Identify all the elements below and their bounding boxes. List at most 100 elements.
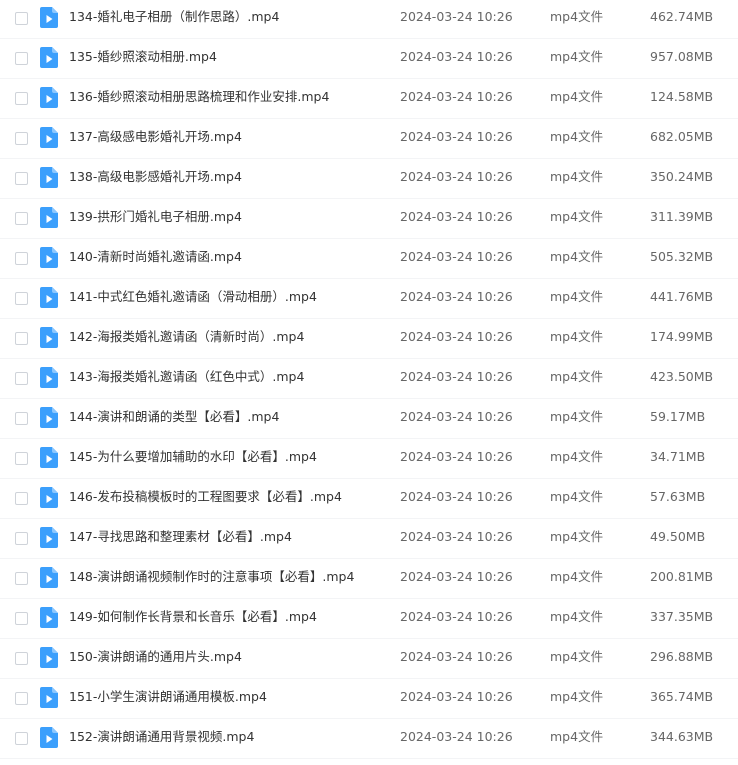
file-type: mp4文件 [550,9,604,24]
row-checkbox[interactable] [15,412,28,425]
row-checkbox[interactable] [15,652,28,665]
row-checkbox[interactable] [15,52,28,65]
file-row[interactable]: 146-发布投稿模板时的工程图要求【必看】.mp4 2024-03-24 10:… [0,479,738,519]
file-type: mp4文件 [550,529,604,544]
file-type: mp4文件 [550,129,604,144]
file-type: mp4文件 [550,209,604,224]
file-size: 200.81MB [650,569,714,584]
file-type: mp4文件 [550,329,604,344]
file-name[interactable]: 137-高级感电影婚礼开场.mp4 [69,129,242,145]
file-modified-date: 2024-03-24 10:26 [400,489,513,504]
file-row[interactable]: 140-清新时尚婚礼邀请函.mp4 2024-03-24 10:26 mp4文件… [0,239,738,279]
file-type: mp4文件 [550,289,604,304]
video-file-icon [40,47,58,68]
file-type: mp4文件 [550,249,604,264]
file-size: 462.74MB [650,9,714,24]
video-file-icon [40,567,58,588]
file-name[interactable]: 151-小学生演讲朗诵通用模板.mp4 [69,689,267,705]
video-file-icon [40,7,58,28]
file-row[interactable]: 145-为什么要增加辅助的水印【必看】.mp4 2024-03-24 10:26… [0,439,738,479]
file-modified-date: 2024-03-24 10:26 [400,169,513,184]
file-size: 124.58MB [650,89,714,104]
file-name[interactable]: 140-清新时尚婚礼邀请函.mp4 [69,249,242,265]
row-checkbox[interactable] [15,692,28,705]
file-name[interactable]: 135-婚纱照滚动相册.mp4 [69,49,217,65]
file-row[interactable]: 151-小学生演讲朗诵通用模板.mp4 2024-03-24 10:26 mp4… [0,679,738,719]
row-checkbox[interactable] [15,212,28,225]
file-modified-date: 2024-03-24 10:26 [400,209,513,224]
row-checkbox[interactable] [15,92,28,105]
file-size: 311.39MB [650,209,714,224]
row-checkbox[interactable] [15,172,28,185]
file-size: 344.63MB [650,729,714,744]
file-name[interactable]: 144-演讲和朗诵的类型【必看】.mp4 [69,409,279,425]
file-name[interactable]: 146-发布投稿模板时的工程图要求【必看】.mp4 [69,489,342,505]
file-modified-date: 2024-03-24 10:26 [400,249,513,264]
video-file-icon [40,167,58,188]
file-size: 350.24MB [650,169,714,184]
file-name[interactable]: 147-寻找思路和整理素材【必看】.mp4 [69,529,292,545]
file-modified-date: 2024-03-24 10:26 [400,569,513,584]
file-modified-date: 2024-03-24 10:26 [400,9,513,24]
file-row[interactable]: 139-拱形门婚礼电子相册.mp4 2024-03-24 10:26 mp4文件… [0,199,738,239]
file-size: 682.05MB [650,129,714,144]
file-row[interactable]: 137-高级感电影婚礼开场.mp4 2024-03-24 10:26 mp4文件… [0,119,738,159]
file-name[interactable]: 145-为什么要增加辅助的水印【必看】.mp4 [69,449,317,465]
file-type: mp4文件 [550,689,604,704]
file-size: 365.74MB [650,689,714,704]
video-file-icon [40,727,58,748]
file-type: mp4文件 [550,89,604,104]
video-file-icon [40,207,58,228]
file-row[interactable]: 149-如何制作长背景和长音乐【必看】.mp4 2024-03-24 10:26… [0,599,738,639]
file-size: 957.08MB [650,49,714,64]
file-row[interactable]: 142-海报类婚礼邀请函（清新时尚）.mp4 2024-03-24 10:26 … [0,319,738,359]
row-checkbox[interactable] [15,572,28,585]
file-size: 296.88MB [650,649,714,664]
row-checkbox[interactable] [15,372,28,385]
file-name[interactable]: 152-演讲朗诵通用背景视频.mp4 [69,729,254,745]
row-checkbox[interactable] [15,452,28,465]
row-checkbox[interactable] [15,132,28,145]
file-name[interactable]: 143-海报类婚礼邀请函（红色中式）.mp4 [69,369,304,385]
row-checkbox[interactable] [15,12,28,25]
file-name[interactable]: 139-拱形门婚礼电子相册.mp4 [69,209,242,225]
video-file-icon [40,447,58,468]
file-type: mp4文件 [550,169,604,184]
file-name[interactable]: 149-如何制作长背景和长音乐【必看】.mp4 [69,609,317,625]
row-checkbox[interactable] [15,532,28,545]
file-row[interactable]: 143-海报类婚礼邀请函（红色中式）.mp4 2024-03-24 10:26 … [0,359,738,399]
file-size: 59.17MB [650,409,706,424]
file-row[interactable]: 135-婚纱照滚动相册.mp4 2024-03-24 10:26 mp4文件 9… [0,39,738,79]
file-name[interactable]: 138-高级电影感婚礼开场.mp4 [69,169,242,185]
file-name[interactable]: 148-演讲朗诵视频制作时的注意事项【必看】.mp4 [69,569,354,585]
file-size: 34.71MB [650,449,706,464]
file-modified-date: 2024-03-24 10:26 [400,609,513,624]
video-file-icon [40,527,58,548]
row-checkbox[interactable] [15,732,28,745]
file-row[interactable]: 144-演讲和朗诵的类型【必看】.mp4 2024-03-24 10:26 mp… [0,399,738,439]
row-checkbox[interactable] [15,612,28,625]
file-name[interactable]: 141-中式红色婚礼邀请函（滑动相册）.mp4 [69,289,317,305]
file-row[interactable]: 150-演讲朗诵的通用片头.mp4 2024-03-24 10:26 mp4文件… [0,639,738,679]
file-name[interactable]: 150-演讲朗诵的通用片头.mp4 [69,649,242,665]
file-modified-date: 2024-03-24 10:26 [400,729,513,744]
file-row[interactable]: 138-高级电影感婚礼开场.mp4 2024-03-24 10:26 mp4文件… [0,159,738,199]
file-row[interactable]: 147-寻找思路和整理素材【必看】.mp4 2024-03-24 10:26 m… [0,519,738,559]
file-size: 174.99MB [650,329,714,344]
file-row[interactable]: 148-演讲朗诵视频制作时的注意事项【必看】.mp4 2024-03-24 10… [0,559,738,599]
row-checkbox[interactable] [15,292,28,305]
file-row[interactable]: 152-演讲朗诵通用背景视频.mp4 2024-03-24 10:26 mp4文… [0,719,738,759]
row-checkbox[interactable] [15,332,28,345]
file-row[interactable]: 136-婚纱照滚动相册思路梳理和作业安排.mp4 2024-03-24 10:2… [0,79,738,119]
file-type: mp4文件 [550,489,604,504]
file-row[interactable]: 141-中式红色婚礼邀请函（滑动相册）.mp4 2024-03-24 10:26… [0,279,738,319]
video-file-icon [40,687,58,708]
file-size: 441.76MB [650,289,714,304]
file-type: mp4文件 [550,409,604,424]
row-checkbox[interactable] [15,252,28,265]
file-name[interactable]: 134-婚礼电子相册（制作思路）.mp4 [69,9,279,25]
row-checkbox[interactable] [15,492,28,505]
file-row[interactable]: 134-婚礼电子相册（制作思路）.mp4 2024-03-24 10:26 mp… [0,0,738,39]
file-name[interactable]: 142-海报类婚礼邀请函（清新时尚）.mp4 [69,329,304,345]
file-name[interactable]: 136-婚纱照滚动相册思路梳理和作业安排.mp4 [69,89,329,105]
